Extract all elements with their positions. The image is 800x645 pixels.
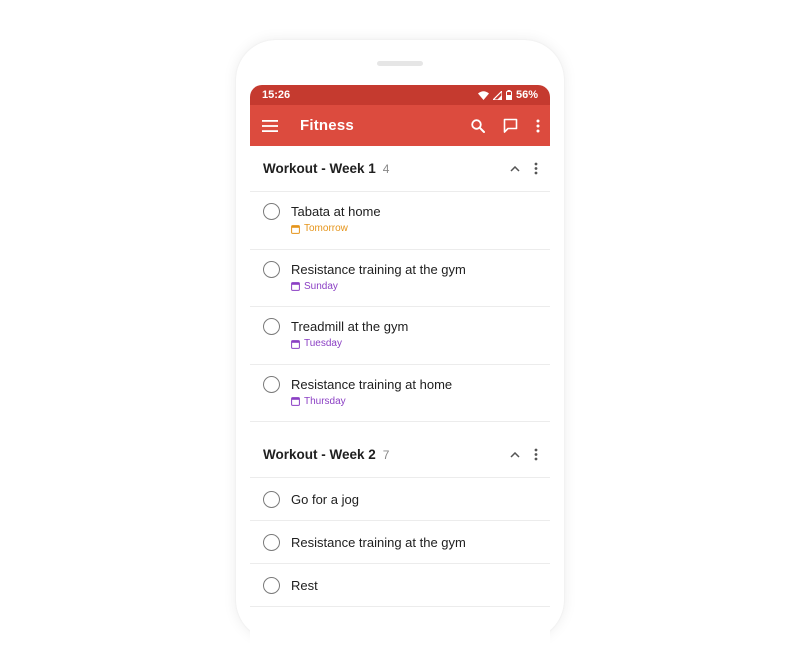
task-checkbox[interactable] (263, 576, 280, 594)
calendar-icon (291, 282, 300, 291)
task-due-date: Sunday (291, 280, 466, 294)
battery-percent: 56% (515, 89, 538, 101)
section-header-week-2: Workout - Week 2 7 (250, 432, 550, 478)
page-title: Fitness (300, 117, 354, 134)
task-date-label: Sunday (304, 280, 338, 292)
app-bar-actions (471, 118, 540, 133)
calendar-icon (291, 339, 300, 349)
task-item[interactable]: Go for a jog (250, 478, 550, 521)
app-bar: Fitness (250, 105, 550, 146)
battery-icon (505, 90, 512, 100)
task-due-date: Thursday (291, 395, 452, 409)
collapse-chevron-up-icon[interactable] (510, 165, 520, 172)
search-icon[interactable] (471, 118, 485, 133)
task-due-date: Tomorrow (291, 222, 381, 236)
status-bar: 15:26 56% (250, 85, 550, 105)
status-icons: 56% (477, 89, 538, 101)
more-vert-icon[interactable] (536, 119, 540, 133)
task-checkbox[interactable] (263, 490, 280, 508)
status-time: 15:26 (262, 89, 291, 101)
task-checkbox[interactable] (263, 375, 280, 393)
section-more-vert-icon[interactable] (534, 448, 538, 461)
task-item[interactable]: Treadmill at the gym Tuesday (250, 307, 550, 365)
task-name: Go for a jog (291, 491, 359, 507)
task-due-date: Tuesday (291, 337, 408, 351)
task-item[interactable]: Rest (250, 564, 550, 607)
task-name: Rest (291, 577, 318, 593)
menu-icon[interactable] (262, 119, 278, 132)
signal-icon (492, 90, 502, 100)
task-date-label: Tuesday (304, 338, 342, 349)
task-name: Resistance training at the gym (291, 534, 466, 550)
task-checkbox[interactable] (263, 533, 280, 551)
phone-frame: 15:26 56% Fitness Workout - Week 1 4 Tab… (236, 40, 564, 645)
task-name: Resistance training at the gym (291, 261, 466, 277)
app-screen: 15:26 56% Fitness Workout - Week 1 4 Tab… (250, 85, 550, 645)
wifi-icon (477, 90, 489, 100)
calendar-icon (291, 224, 300, 234)
task-checkbox[interactable] (263, 318, 280, 335)
task-item[interactable]: Resistance training at the gym (250, 521, 550, 564)
section-more-vert-icon[interactable] (534, 162, 538, 175)
phone-speaker (377, 61, 423, 66)
comment-icon[interactable] (503, 118, 518, 133)
section-title: Workout - Week 2 (263, 447, 376, 462)
section-count: 7 (382, 447, 390, 462)
calendar-icon (291, 397, 300, 406)
task-checkbox[interactable] (263, 203, 280, 220)
collapse-chevron-up-icon[interactable] (510, 451, 520, 458)
task-item[interactable]: Resistance training at home Thursday (250, 365, 550, 422)
task-item[interactable]: Tabata at home Tomorrow (250, 192, 550, 250)
task-item[interactable]: Resistance training at the gym Sunday (250, 250, 550, 307)
task-checkbox[interactable] (263, 260, 280, 278)
section-header-week-1: Workout - Week 1 4 (250, 146, 550, 192)
task-date-label: Thursday (304, 395, 346, 407)
section-actions (510, 162, 538, 175)
task-name: Tabata at home (291, 204, 381, 219)
task-name: Resistance training at home (291, 376, 453, 392)
section-actions (510, 448, 538, 461)
task-date-label: Tomorrow (304, 223, 348, 234)
task-name: Treadmill at the gym (291, 319, 409, 334)
section-count: 4 (382, 161, 390, 176)
section-title: Workout - Week 1 (263, 161, 376, 176)
